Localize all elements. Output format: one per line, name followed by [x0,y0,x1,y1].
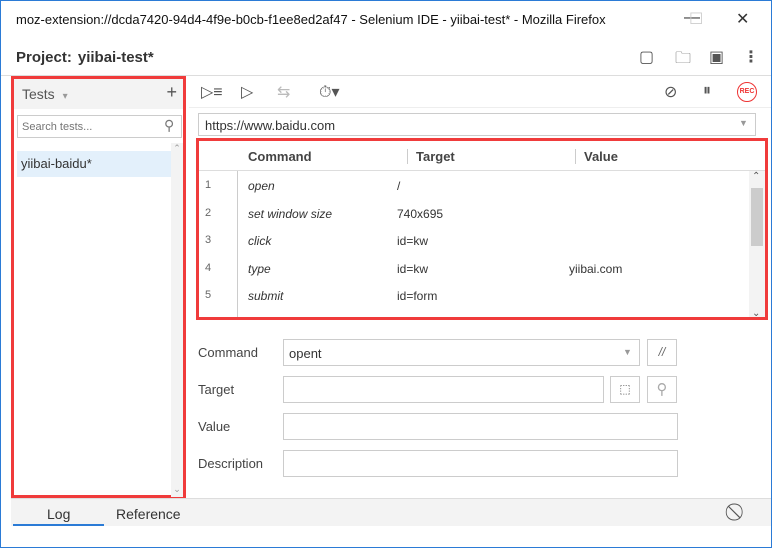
row-number: 6 [205,317,211,318]
row-command: type [248,261,271,276]
table-row[interactable]: 1 open / [199,171,765,199]
chevron-down-icon[interactable]: ▼ [623,347,632,357]
speed-icon[interactable]: ⏱▾ [319,82,340,102]
header-value: Value [575,149,618,164]
step-icon[interactable]: ⇆ [277,82,290,102]
tests-panel: Tests ▾ + ⚲ yiibai-baidu* ⌃⌄ [11,76,186,498]
active-tab-indicator [13,524,104,526]
row-target: linkText=易百教程™ - 专注 [397,317,539,318]
close-button[interactable]: ✕ [736,9,749,29]
test-item[interactable]: yiibai-baidu* [17,151,172,177]
add-test-button[interactable]: + [166,82,177,103]
tests-header: Tests ▾ + [14,79,183,109]
chevron-down-icon[interactable]: ▼ [739,118,748,128]
table-row[interactable]: 5 submit id=form [199,281,765,309]
more-options-icon[interactable]: ⋮ [743,47,759,67]
run-icon[interactable]: ▷ [241,82,253,102]
row-target: id=form [397,289,438,303]
description-label: Description [198,456,264,471]
comment-button[interactable]: // [647,339,677,366]
row-value: yiibai.com [569,261,623,276]
row-command: open [248,179,275,193]
run-all-icon[interactable]: ▷≡ [201,82,223,102]
row-number: 2 [205,206,212,219]
maximize-button[interactable]: ☐ [689,9,703,29]
pause-icon[interactable]: ⏸ [703,82,711,100]
open-project-icon[interactable]: 🗀 [675,47,691,74]
project-label: Project: [16,49,72,66]
search-icon: ⚲ [164,117,175,133]
row-number: 5 [205,289,212,301]
table-row[interactable]: 6 click linkText=易百教程™ - 专注 [199,309,765,318]
row-number: 1 [205,179,212,191]
select-target-icon[interactable]: ⬚ [610,376,640,403]
window-title: moz-extension://dcda7420-94d4-4f9e-b0cb-… [16,12,606,27]
table-row[interactable]: 4 type id=kw yiibai.com [199,254,765,282]
target-input[interactable] [283,376,604,403]
table-scrollbar[interactable]: ⌃ ⌄ [749,171,765,317]
row-command: submit [248,289,284,303]
row-command: set window size [248,206,333,221]
tests-scrollbar[interactable]: ⌃ ⌄ [171,143,183,497]
row-target: 740x695 [397,206,444,221]
search-tests-input[interactable] [17,115,182,138]
row-target: id=kw [397,261,429,276]
description-input[interactable] [283,450,678,477]
row-command: click [248,317,271,318]
tab-log[interactable]: Log [47,506,70,522]
row-target: / [397,179,401,193]
command-label: Command [198,345,258,360]
row-command: click [248,234,272,248]
tab-reference[interactable]: Reference [116,506,181,522]
row-target: id=kw [397,234,429,248]
find-target-icon[interactable]: ⚲ [647,376,677,403]
table-header: Command Target Value [199,141,765,171]
base-url-select[interactable]: https://www.baidu.com [198,113,756,136]
bottom-panel-tabs: Log Reference ⃠ [11,498,771,526]
project-header: Project: yiibai-test* [1,39,771,76]
target-label: Target [198,382,235,397]
header-target: Target [407,149,455,164]
row-number: 3 [205,234,212,246]
new-project-icon[interactable]: ▢ [639,47,654,67]
app-window: moz-extension://dcda7420-94d4-4f9e-b0cb-… [0,0,772,548]
scroll-thumb[interactable] [751,188,763,246]
table-row[interactable]: 2 set window size 740x695 [199,199,765,227]
value-input[interactable] [283,413,678,440]
value-label: Value [198,419,231,434]
save-project-icon[interactable]: ▣ [709,47,724,67]
commands-table: Command Target Value 1 open / 2 set window s… [196,138,768,320]
disable-breakpoints-icon[interactable]: ⊘ [664,82,677,102]
command-input[interactable]: opent [283,339,640,366]
header-command: Command [248,149,312,164]
project-name[interactable]: yiibai-test* [78,49,154,66]
record-icon[interactable]: REC [737,82,757,102]
table-row[interactable]: 3 click id=kw [199,226,765,254]
tests-dropdown[interactable]: Tests [22,86,55,102]
row-number: 4 [205,261,212,274]
playback-toolbar: ▷≡ ▷ ⇆ ⏱▾ ⊘ ⏸ REC [189,76,771,108]
chevron-down-icon[interactable]: ▾ [63,91,68,102]
